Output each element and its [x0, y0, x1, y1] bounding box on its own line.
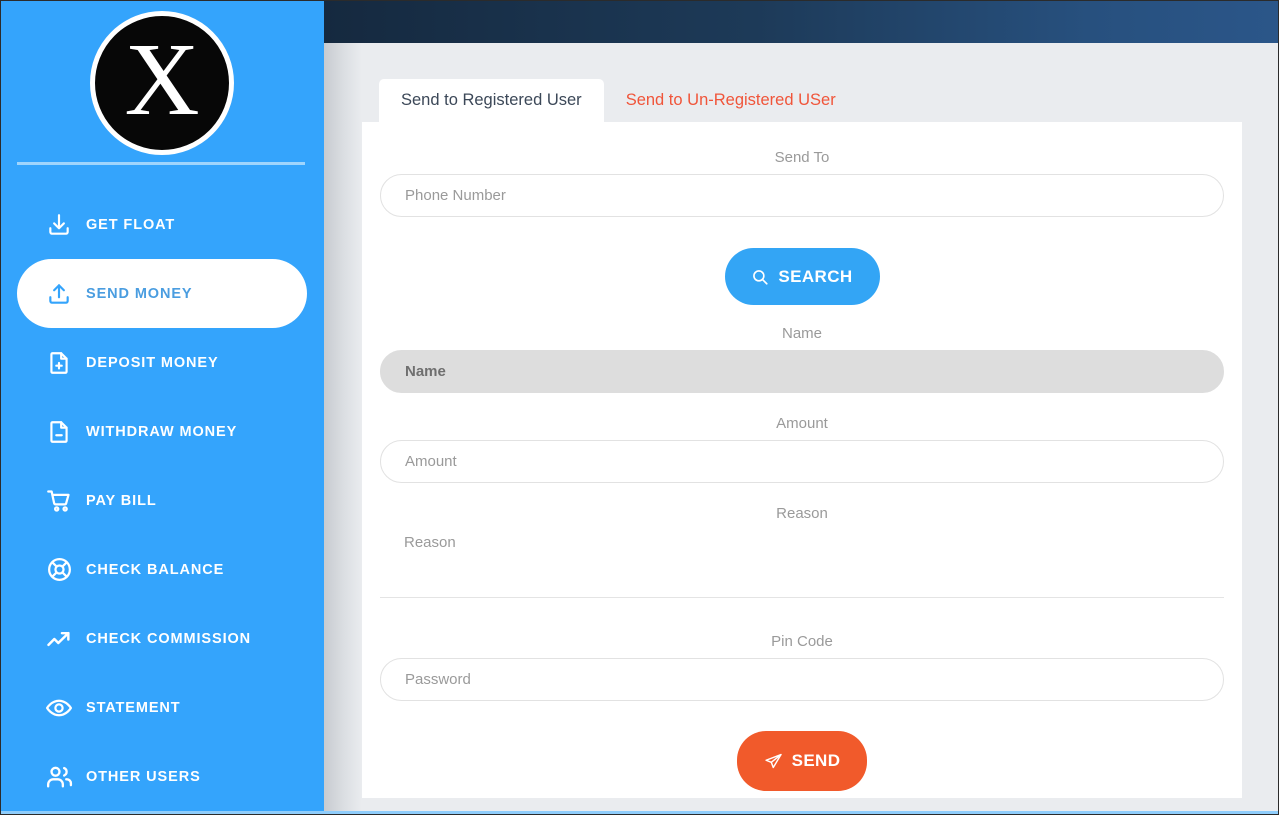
sidebar-item-label: CHECK COMMISSION — [86, 630, 252, 647]
sidebar-divider — [17, 162, 305, 165]
sidebar-item-label: DEPOSIT MONEY — [86, 354, 219, 371]
send-button-row: SEND — [362, 731, 1242, 791]
top-header-bar — [324, 0, 1279, 43]
sidebar-item-check-balance[interactable]: CHECK BALANCE — [17, 535, 307, 604]
tab-send-to-unregistered-user[interactable]: Send to Un-Registered USer — [604, 79, 858, 122]
sidebar-item-other-users[interactable]: OTHER USERS — [17, 742, 307, 811]
search-button-row: SEARCH — [362, 248, 1242, 305]
search-button-label: SEARCH — [778, 266, 853, 286]
logo-x-circle-icon: X — [90, 11, 234, 155]
sidebar-item-send-money[interactable]: SEND MONEY — [17, 259, 307, 328]
sidebar: X GET FLOAT SEND MONEY DEPOSIT MONEY WIT… — [0, 0, 324, 815]
phone-number-input[interactable] — [380, 174, 1224, 217]
sidebar-item-pay-bill[interactable]: PAY BILL — [17, 466, 307, 535]
content-gutter — [324, 43, 362, 815]
tab-label: Send to Registered User — [401, 91, 582, 109]
cart-icon — [44, 486, 74, 516]
bottom-accent-strip — [0, 811, 1279, 815]
field-send-to: Send To — [362, 149, 1242, 217]
sidebar-item-deposit-money[interactable]: DEPOSIT MONEY — [17, 328, 307, 397]
sidebar-item-label: CHECK BALANCE — [86, 561, 225, 578]
sidebar-item-statement[interactable]: STATEMENT — [17, 673, 307, 742]
amount-input[interactable] — [380, 440, 1224, 483]
file-plus-icon — [44, 348, 74, 378]
field-pin-code: Pin Code — [362, 633, 1242, 701]
field-name: Name — [362, 325, 1242, 393]
field-amount: Amount — [362, 415, 1242, 483]
amount-label: Amount — [776, 415, 828, 432]
sidebar-item-check-commission[interactable]: CHECK COMMISSION — [17, 604, 307, 673]
search-button[interactable]: SEARCH — [724, 248, 880, 305]
pin-code-label: Pin Code — [771, 633, 833, 650]
download-icon — [44, 210, 74, 240]
reason-label: Reason — [776, 505, 828, 522]
send-to-label: Send To — [774, 149, 830, 166]
lifebuoy-icon — [44, 555, 74, 585]
sidebar-item-get-float[interactable]: GET FLOAT — [17, 190, 307, 259]
upload-icon — [44, 279, 74, 309]
logo-letter: X — [124, 22, 200, 137]
sidebar-item-label: WITHDRAW MONEY — [86, 423, 238, 440]
tab-send-to-registered-user[interactable]: Send to Registered User — [379, 79, 604, 122]
trend-up-icon — [44, 624, 74, 654]
send-button-label: SEND — [791, 751, 841, 770]
sidebar-item-withdraw-money[interactable]: WITHDRAW MONEY — [17, 397, 307, 466]
send-money-form-card: Send To SEARCH Name Amount Reason — [362, 122, 1242, 798]
pin-code-input[interactable] — [380, 658, 1224, 701]
file-minus-icon — [44, 417, 74, 447]
users-icon — [44, 762, 74, 792]
sidebar-item-label: STATEMENT — [86, 699, 181, 716]
sidebar-item-label: OTHER USERS — [86, 768, 201, 785]
eye-icon — [44, 693, 74, 723]
tab-label: Send to Un-Registered USer — [625, 91, 836, 109]
search-icon — [751, 268, 769, 286]
sidebar-item-label: PAY BILL — [86, 492, 157, 509]
name-label: Name — [781, 325, 822, 342]
sidebar-menu: GET FLOAT SEND MONEY DEPOSIT MONEY WITHD… — [0, 190, 324, 811]
field-reason: Reason — [362, 505, 1242, 598]
send-button[interactable]: SEND — [737, 731, 867, 791]
name-input — [380, 350, 1224, 393]
sidebar-item-label: SEND MONEY — [86, 285, 193, 302]
tab-bar: Send to Registered User Send to Un-Regis… — [379, 79, 858, 122]
sidebar-item-label: GET FLOAT — [86, 216, 176, 233]
brand-logo[interactable]: X — [0, 8, 324, 158]
app-window: X GET FLOAT SEND MONEY DEPOSIT MONEY WIT… — [0, 0, 1279, 815]
reason-textarea[interactable] — [380, 530, 1224, 598]
paper-plane-icon — [764, 752, 783, 771]
